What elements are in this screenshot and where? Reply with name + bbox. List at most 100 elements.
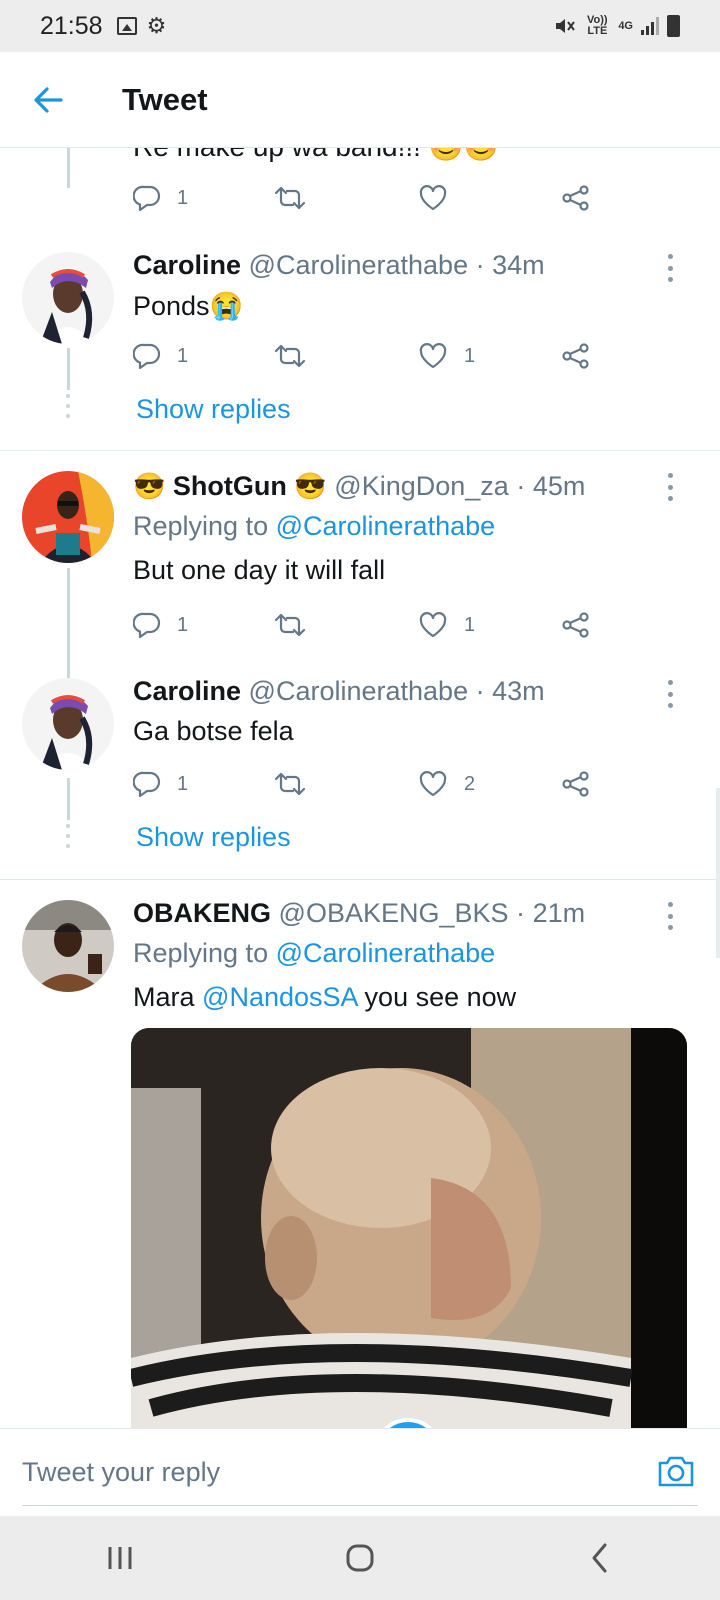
- reply-icon: [133, 612, 161, 639]
- avatar[interactable]: [22, 471, 114, 563]
- tweet[interactable]: OBAKENG @OBAKENG_BKS · 21m Replying to @…: [0, 880, 720, 1428]
- reply-count: 1: [177, 613, 189, 636]
- recents-button[interactable]: [80, 1528, 160, 1588]
- like-button[interactable]: 1: [418, 605, 475, 645]
- avatar[interactable]: [22, 678, 114, 770]
- tweet-actions: 1 1: [133, 605, 613, 645]
- tweet-actions: 1: [133, 178, 613, 218]
- home-icon: [346, 1544, 374, 1572]
- volte-label: Vo)) LTE: [587, 14, 608, 37]
- heart-icon: [419, 343, 447, 369]
- retweet-button[interactable]: [274, 764, 306, 804]
- share-button[interactable]: [561, 764, 591, 804]
- home-button[interactable]: [320, 1528, 400, 1588]
- display-name[interactable]: Caroline: [133, 250, 241, 280]
- header: Tweet: [0, 52, 720, 148]
- reply-count: 1: [177, 186, 189, 209]
- share-icon: [562, 185, 589, 211]
- avatar[interactable]: [22, 252, 114, 344]
- back-icon: [592, 1543, 607, 1573]
- heart-icon: [419, 612, 447, 638]
- reply-input[interactable]: [22, 1429, 642, 1515]
- status-time: 21:58: [40, 11, 103, 40]
- mention-link[interactable]: @NandosSA: [202, 982, 357, 1012]
- handle[interactable]: @Carolinerathabe: [249, 250, 469, 280]
- signal-icon: [641, 17, 659, 35]
- like-button[interactable]: [418, 178, 448, 218]
- display-name[interactable]: OBAKENG: [133, 898, 271, 928]
- share-button[interactable]: [561, 605, 591, 645]
- tweet-text: Re make up wa band!!! 😊😊: [133, 148, 498, 163]
- handle[interactable]: @KingDon_za: [334, 471, 509, 501]
- timestamp: 45m: [532, 471, 586, 501]
- timestamp: 34m: [492, 250, 545, 280]
- timestamp: 43m: [492, 676, 545, 706]
- mute-icon: [556, 19, 576, 33]
- reply-underline: [22, 1505, 698, 1506]
- handle[interactable]: @OBAKENG_BKS: [279, 898, 509, 928]
- camera-button[interactable]: [654, 1449, 698, 1493]
- reply-icon: [133, 185, 161, 212]
- reply-button[interactable]: 1: [133, 764, 188, 804]
- tweet-text-prefix: Mara: [133, 982, 195, 1012]
- tweet[interactable]: Caroline @Carolinerathabe · 34m Ponds😭 1…: [0, 234, 720, 454]
- reply-button[interactable]: 1: [133, 336, 188, 376]
- tweet-text: Mara @NandosSA you see now: [133, 982, 516, 1013]
- tweet-text: But one day it will fall: [133, 555, 386, 585]
- like-count: 1: [464, 613, 476, 636]
- heart-icon: [419, 185, 447, 211]
- more-icon[interactable]: [660, 254, 680, 282]
- reply-button[interactable]: 1: [133, 605, 188, 645]
- mention-link[interactable]: @Carolinerathabe: [276, 511, 496, 541]
- separator-dot: ·: [516, 898, 526, 928]
- nav-back-button[interactable]: [560, 1528, 640, 1588]
- tweet[interactable]: Caroline @Carolinerathabe · 43m Ga botse…: [0, 666, 720, 886]
- retweet-icon: [274, 344, 306, 368]
- share-icon: [562, 771, 589, 797]
- sunglasses-emoji: 😎: [294, 471, 327, 501]
- display-name[interactable]: 😎 ShotGun 😎: [133, 471, 327, 501]
- retweet-button[interactable]: [274, 605, 306, 645]
- tweet-actions: 1 1: [133, 336, 613, 376]
- retweet-icon: [274, 186, 306, 210]
- show-replies-link[interactable]: Show replies: [136, 822, 291, 853]
- separator-dot: ·: [475, 250, 485, 280]
- more-icon[interactable]: [660, 902, 680, 930]
- retweet-button[interactable]: [274, 336, 306, 376]
- replying-to: Replying to @Carolinerathabe: [133, 938, 495, 969]
- like-button[interactable]: 1: [418, 336, 475, 376]
- avatar[interactable]: [22, 900, 114, 992]
- replying-to: Replying to @Carolinerathabe: [133, 511, 495, 542]
- tweet-header: 😎 ShotGun 😎 @KingDon_za · 45m: [133, 471, 585, 502]
- more-icon[interactable]: [660, 680, 680, 708]
- show-replies-link[interactable]: Show replies: [136, 394, 291, 425]
- handle[interactable]: @Carolinerathabe: [249, 676, 469, 706]
- tweet[interactable]: 😎 ShotGun 😎 @KingDon_za · 45m Replying t…: [0, 451, 720, 651]
- reply-count: 1: [177, 772, 189, 795]
- reply-button[interactable]: 1: [133, 178, 188, 218]
- back-button[interactable]: [22, 74, 74, 126]
- heart-icon: [419, 771, 447, 797]
- mention-link[interactable]: @Carolinerathabe: [276, 938, 496, 968]
- share-button[interactable]: [561, 178, 591, 218]
- sunglasses-emoji: 😎: [133, 471, 166, 501]
- gif-video[interactable]: [131, 1028, 687, 1428]
- tweet-header: Caroline @Carolinerathabe · 43m: [133, 676, 545, 707]
- retweet-icon: [274, 613, 306, 637]
- replying-label: Replying to: [133, 511, 269, 541]
- more-icon[interactable]: [660, 473, 680, 501]
- display-name-text: ShotGun: [172, 471, 287, 501]
- thread-line: [67, 148, 70, 188]
- display-name[interactable]: Caroline: [133, 676, 241, 706]
- retweet-button[interactable]: [274, 178, 306, 218]
- scroll-indicator[interactable]: [716, 788, 720, 958]
- separator-dot: ·: [516, 471, 526, 501]
- image-icon: [116, 17, 137, 35]
- recents-icon: [108, 1547, 132, 1569]
- share-button[interactable]: [561, 336, 591, 376]
- like-button[interactable]: 2: [418, 764, 475, 804]
- timestamp: 21m: [532, 898, 586, 928]
- replying-label: Replying to: [133, 938, 269, 968]
- separator-dot: ·: [475, 676, 485, 706]
- camera-icon: [658, 1456, 694, 1487]
